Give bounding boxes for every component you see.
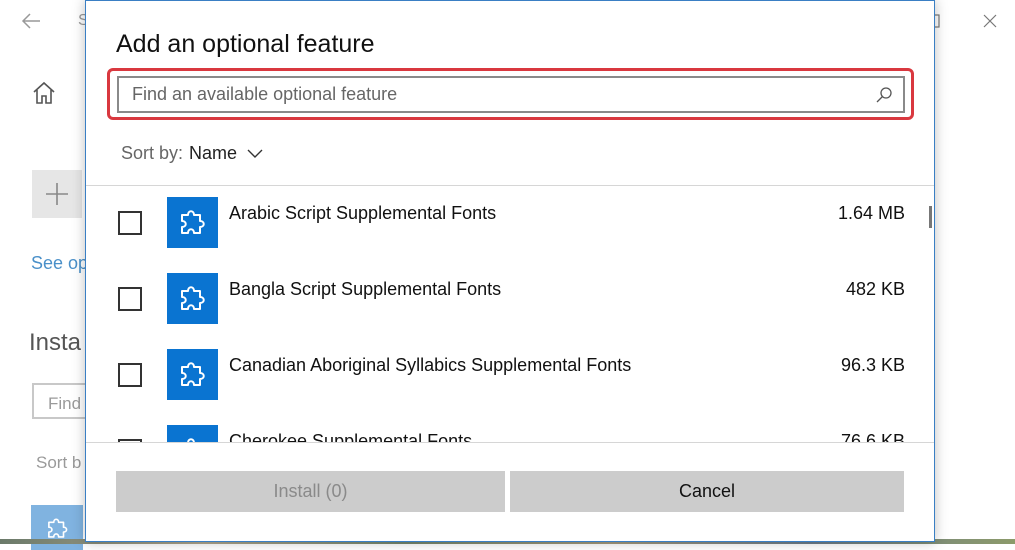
feature-icon — [167, 197, 218, 248]
close-icon[interactable] — [977, 8, 1003, 34]
feature-name: Cherokee Supplemental Fonts — [229, 431, 473, 442]
feature-row[interactable]: Cherokee Supplemental Fonts 76.6 KB — [86, 414, 934, 442]
puzzle-piece-icon — [182, 438, 200, 442]
installed-sort-label[interactable]: Sort b — [36, 453, 81, 473]
feature-checkbox[interactable] — [118, 211, 142, 235]
back-arrow-icon[interactable] — [20, 10, 42, 32]
dialog-title: Add an optional feature — [116, 30, 375, 58]
sort-dropdown[interactable]: Sort by: Name — [121, 143, 263, 164]
puzzle-piece-icon — [48, 518, 68, 538]
feature-size: 76.6 KB — [840, 431, 905, 442]
plus-icon — [46, 183, 68, 205]
feature-name: Arabic Script Supplemental Fonts — [229, 203, 497, 223]
puzzle-piece-icon — [181, 286, 205, 310]
feature-checkbox[interactable] — [118, 363, 142, 387]
feature-row[interactable]: Arabic Script Supplemental Fonts 1.64 MB — [86, 186, 934, 262]
see-optional-features-link[interactable]: See op — [31, 253, 88, 274]
feature-row[interactable]: Bangla Script Supplemental Fonts 482 KB — [86, 262, 934, 338]
sort-label: Sort by: — [121, 143, 184, 163]
installed-features-heading: Insta — [29, 329, 82, 356]
feature-size: 96.3 KB — [840, 355, 905, 375]
feature-icon — [167, 425, 218, 442]
add-feature-button[interactable] — [32, 170, 82, 218]
installed-search-input[interactable]: Find — [32, 383, 92, 419]
chevron-down-icon — [247, 149, 263, 158]
feature-checkbox[interactable] — [118, 287, 142, 311]
list-scrollbar[interactable] — [929, 206, 932, 228]
installed-search-placeholder: Find — [48, 394, 82, 413]
install-button[interactable]: Install (0) — [116, 471, 505, 512]
feature-search-input[interactable] — [119, 78, 872, 111]
feature-size: 482 KB — [845, 279, 905, 299]
puzzle-piece-icon — [181, 210, 205, 234]
feature-list: Arabic Script Supplemental Fonts 1.64 MB… — [86, 186, 934, 442]
sort-value: Name — [189, 143, 238, 163]
feature-name: Bangla Script Supplemental Fonts — [229, 279, 502, 299]
feature-name: Canadian Aboriginal Syllabics Supplement… — [229, 355, 632, 375]
feature-search-box[interactable] — [117, 76, 905, 113]
list-divider-bottom — [86, 442, 934, 443]
feature-icon — [167, 349, 218, 400]
home-icon[interactable] — [31, 80, 57, 106]
search-icon[interactable] — [875, 86, 893, 104]
feature-icon — [167, 273, 218, 324]
puzzle-piece-icon — [181, 362, 205, 386]
add-optional-feature-dialog: Add an optional feature Sort by: Name Ar… — [85, 0, 935, 542]
feature-row[interactable]: Canadian Aboriginal Syllabics Supplement… — [86, 338, 934, 414]
feature-size: 1.64 MB — [837, 203, 905, 223]
cancel-button[interactable]: Cancel — [510, 471, 904, 512]
